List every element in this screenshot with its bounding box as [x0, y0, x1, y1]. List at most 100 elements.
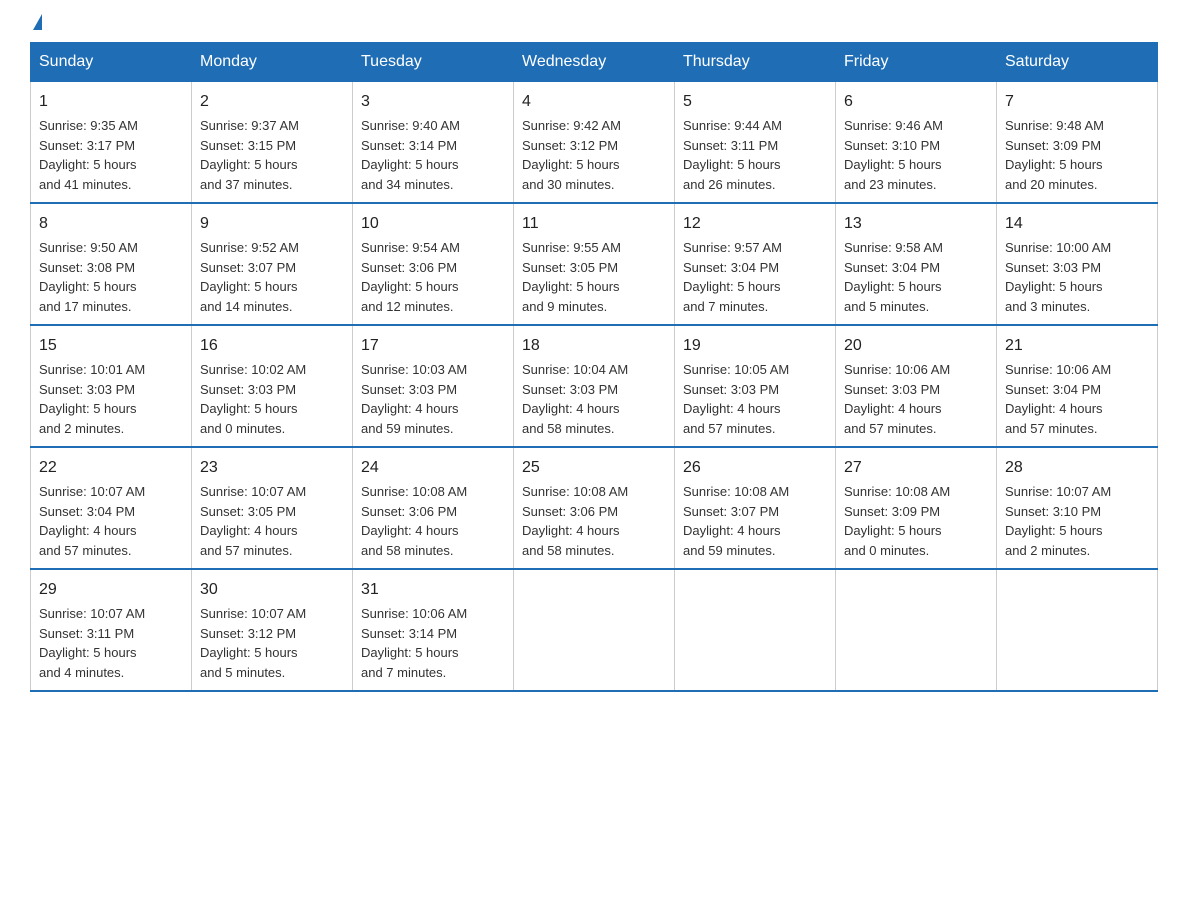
calendar-cell: 13Sunrise: 9:58 AM Sunset: 3:04 PM Dayli…	[836, 203, 997, 325]
day-info: Sunrise: 10:06 AM Sunset: 3:04 PM Daylig…	[1005, 362, 1111, 436]
calendar-cell: 10 Sunrise: 9:54 AM Sunset: 3:06 PM Dayli…	[353, 203, 514, 325]
calendar-cell: 31 Sunrise: 10:06 AM Sunset: 3:14 PM Dayl…	[353, 569, 514, 691]
calendar-cell: 1Sunrise: 9:35 AM Sunset: 3:17 PM Daylig…	[31, 82, 192, 204]
day-info: Sunrise: 9:35 AM Sunset: 3:17 PM Dayligh…	[39, 118, 138, 192]
calendar-cell: 27 Sunrise: 10:08 AM Sunset: 3:09 PM Dayl…	[836, 447, 997, 569]
day-number: 16	[200, 334, 344, 358]
header-day-sunday: Sunday	[31, 43, 192, 82]
calendar-week-row: 29 Sunrise: 10:07 AM Sunset: 3:11 PM Dayl…	[31, 569, 1158, 691]
day-info: Sunrise: 9:55 AM Sunset: 3:05 PM Dayligh…	[522, 240, 621, 314]
day-number: 22	[39, 456, 183, 480]
day-info: Sunrise: 10:08 AM Sunset: 3:07 PM Daylig…	[683, 484, 789, 558]
calendar-cell	[997, 569, 1158, 691]
day-info: Sunrise: 9:50 AM Sunset: 3:08 PM Dayligh…	[39, 240, 138, 314]
calendar-cell: 29 Sunrise: 10:07 AM Sunset: 3:11 PM Dayl…	[31, 569, 192, 691]
calendar-cell: 3 Sunrise: 9:40 AM Sunset: 3:14 PM Daylig…	[353, 82, 514, 204]
header	[30, 20, 1158, 32]
calendar-cell: 19Sunrise: 10:05 AM Sunset: 3:03 PM Dayl…	[675, 325, 836, 447]
calendar-week-row: 1Sunrise: 9:35 AM Sunset: 3:17 PM Daylig…	[31, 82, 1158, 204]
calendar-cell: 21Sunrise: 10:06 AM Sunset: 3:04 PM Dayl…	[997, 325, 1158, 447]
day-number: 30	[200, 578, 344, 602]
calendar-cell: 22 Sunrise: 10:07 AM Sunset: 3:04 PM Dayl…	[31, 447, 192, 569]
day-number: 25	[522, 456, 666, 480]
day-number: 27	[844, 456, 988, 480]
calendar-cell: 17Sunrise: 10:03 AM Sunset: 3:03 PM Dayl…	[353, 325, 514, 447]
header-day-saturday: Saturday	[997, 43, 1158, 82]
calendar-cell: 15Sunrise: 10:01 AM Sunset: 3:03 PM Dayl…	[31, 325, 192, 447]
day-info: Sunrise: 9:42 AM Sunset: 3:12 PM Dayligh…	[522, 118, 621, 192]
day-info: Sunrise: 9:54 AM Sunset: 3:06 PM Dayligh…	[361, 240, 460, 314]
calendar-week-row: 15Sunrise: 10:01 AM Sunset: 3:03 PM Dayl…	[31, 325, 1158, 447]
day-number: 31	[361, 578, 505, 602]
calendar-cell: 5 Sunrise: 9:44 AM Sunset: 3:11 PM Daylig…	[675, 82, 836, 204]
calendar-cell	[514, 569, 675, 691]
day-info: Sunrise: 10:07 AM Sunset: 3:11 PM Daylig…	[39, 606, 145, 680]
day-info: Sunrise: 9:46 AM Sunset: 3:10 PM Dayligh…	[844, 118, 943, 192]
day-info: Sunrise: 10:08 AM Sunset: 3:09 PM Daylig…	[844, 484, 950, 558]
calendar-cell: 28 Sunrise: 10:07 AM Sunset: 3:10 PM Dayl…	[997, 447, 1158, 569]
day-number: 6	[844, 90, 988, 114]
day-info: Sunrise: 9:44 AM Sunset: 3:11 PM Dayligh…	[683, 118, 782, 192]
calendar-cell: 24Sunrise: 10:08 AM Sunset: 3:06 PM Dayl…	[353, 447, 514, 569]
header-day-monday: Monday	[192, 43, 353, 82]
header-day-friday: Friday	[836, 43, 997, 82]
logo	[30, 20, 50, 32]
day-info: Sunrise: 10:04 AM Sunset: 3:03 PM Daylig…	[522, 362, 628, 436]
day-info: Sunrise: 10:06 AM Sunset: 3:14 PM Daylig…	[361, 606, 467, 680]
day-number: 26	[683, 456, 827, 480]
calendar-cell: 16 Sunrise: 10:02 AM Sunset: 3:03 PM Dayl…	[192, 325, 353, 447]
calendar-cell: 18 Sunrise: 10:04 AM Sunset: 3:03 PM Dayl…	[514, 325, 675, 447]
day-info: Sunrise: 9:40 AM Sunset: 3:14 PM Dayligh…	[361, 118, 460, 192]
calendar-cell: 8 Sunrise: 9:50 AM Sunset: 3:08 PM Daylig…	[31, 203, 192, 325]
day-number: 3	[361, 90, 505, 114]
calendar-cell: 26 Sunrise: 10:08 AM Sunset: 3:07 PM Dayl…	[675, 447, 836, 569]
day-number: 4	[522, 90, 666, 114]
calendar-cell: 14 Sunrise: 10:00 AM Sunset: 3:03 PM Dayl…	[997, 203, 1158, 325]
day-number: 24	[361, 456, 505, 480]
header-day-tuesday: Tuesday	[353, 43, 514, 82]
day-number: 19	[683, 334, 827, 358]
day-info: Sunrise: 10:02 AM Sunset: 3:03 PM Daylig…	[200, 362, 306, 436]
calendar-cell: 30Sunrise: 10:07 AM Sunset: 3:12 PM Dayl…	[192, 569, 353, 691]
calendar-cell: 2 Sunrise: 9:37 AM Sunset: 3:15 PM Daylig…	[192, 82, 353, 204]
day-number: 14	[1005, 212, 1149, 236]
calendar-cell: 20 Sunrise: 10:06 AM Sunset: 3:03 PM Dayl…	[836, 325, 997, 447]
day-info: Sunrise: 10:07 AM Sunset: 3:04 PM Daylig…	[39, 484, 145, 558]
day-number: 11	[522, 212, 666, 236]
calendar-cell: 11 Sunrise: 9:55 AM Sunset: 3:05 PM Dayli…	[514, 203, 675, 325]
day-info: Sunrise: 10:00 AM Sunset: 3:03 PM Daylig…	[1005, 240, 1111, 314]
day-number: 7	[1005, 90, 1149, 114]
calendar-cell	[836, 569, 997, 691]
day-number: 18	[522, 334, 666, 358]
day-info: Sunrise: 9:48 AM Sunset: 3:09 PM Dayligh…	[1005, 118, 1104, 192]
day-info: Sunrise: 9:52 AM Sunset: 3:07 PM Dayligh…	[200, 240, 299, 314]
day-info: Sunrise: 9:57 AM Sunset: 3:04 PM Dayligh…	[683, 240, 782, 314]
day-number: 28	[1005, 456, 1149, 480]
calendar-cell: 9Sunrise: 9:52 AM Sunset: 3:07 PM Daylig…	[192, 203, 353, 325]
day-info: Sunrise: 10:03 AM Sunset: 3:03 PM Daylig…	[361, 362, 467, 436]
day-number: 23	[200, 456, 344, 480]
day-number: 10	[361, 212, 505, 236]
day-number: 8	[39, 212, 183, 236]
day-info: Sunrise: 10:07 AM Sunset: 3:10 PM Daylig…	[1005, 484, 1111, 558]
day-number: 29	[39, 578, 183, 602]
calendar-cell: 6 Sunrise: 9:46 AM Sunset: 3:10 PM Daylig…	[836, 82, 997, 204]
calendar-cell	[675, 569, 836, 691]
day-number: 20	[844, 334, 988, 358]
day-number: 12	[683, 212, 827, 236]
day-info: Sunrise: 9:37 AM Sunset: 3:15 PM Dayligh…	[200, 118, 299, 192]
calendar-table: SundayMondayTuesdayWednesdayThursdayFrid…	[30, 42, 1158, 692]
calendar-week-row: 22 Sunrise: 10:07 AM Sunset: 3:04 PM Dayl…	[31, 447, 1158, 569]
calendar-cell: 12 Sunrise: 9:57 AM Sunset: 3:04 PM Dayli…	[675, 203, 836, 325]
day-number: 2	[200, 90, 344, 114]
logo-triangle-icon	[33, 14, 42, 30]
calendar-header-row: SundayMondayTuesdayWednesdayThursdayFrid…	[31, 43, 1158, 82]
day-number: 13	[844, 212, 988, 236]
day-info: Sunrise: 10:06 AM Sunset: 3:03 PM Daylig…	[844, 362, 950, 436]
day-info: Sunrise: 10:07 AM Sunset: 3:05 PM Daylig…	[200, 484, 306, 558]
calendar-cell: 7 Sunrise: 9:48 AM Sunset: 3:09 PM Daylig…	[997, 82, 1158, 204]
day-number: 5	[683, 90, 827, 114]
header-day-thursday: Thursday	[675, 43, 836, 82]
header-day-wednesday: Wednesday	[514, 43, 675, 82]
day-info: Sunrise: 10:01 AM Sunset: 3:03 PM Daylig…	[39, 362, 145, 436]
